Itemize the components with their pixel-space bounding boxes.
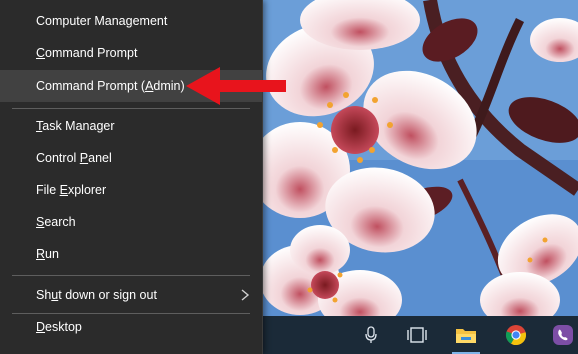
red-annotation-arrow-icon: [186, 67, 286, 105]
menu-item-control-panel[interactable]: Control Panel: [0, 142, 262, 174]
viber-icon[interactable]: [548, 316, 578, 354]
menu-separator: [12, 108, 250, 109]
menu-item-label: Desktop: [36, 320, 82, 334]
menu-item-label: File Explorer: [36, 183, 107, 197]
chrome-icon[interactable]: [500, 316, 532, 354]
menu-item-label: Computer Management: [36, 14, 168, 28]
menu-item-desktop[interactable]: Desktop: [0, 311, 262, 343]
microphone-icon[interactable]: [356, 316, 386, 354]
menu-item-run[interactable]: Run: [0, 238, 262, 270]
menu-item-label: Shut down or sign out: [36, 288, 157, 302]
menu-item-label: Run: [36, 247, 59, 261]
menu-separator: [12, 275, 250, 276]
menu-item-task-manager[interactable]: Task Manager: [0, 110, 262, 142]
menu-item-label: Search: [36, 215, 76, 229]
menu-item-file-explorer[interactable]: File Explorer: [0, 174, 262, 206]
menu-item-label: Command Prompt (Admin): [36, 79, 185, 93]
chevron-right-icon: [241, 289, 250, 301]
menu-item-computer-management[interactable]: Computer Management: [0, 5, 262, 37]
menu-item-label: Task Manager: [36, 119, 115, 133]
winx-power-user-menu: Computer Management Command Prompt Comma…: [0, 0, 263, 354]
file-explorer-icon[interactable]: [450, 316, 482, 354]
menu-item-label: Command Prompt: [36, 46, 138, 60]
menu-item-shut-down-or-sign-out[interactable]: Shut down or sign out: [0, 279, 262, 311]
menu-item-search[interactable]: Search: [0, 206, 262, 238]
menu-item-label: Control Panel: [36, 151, 112, 165]
task-view-icon[interactable]: [402, 316, 432, 354]
